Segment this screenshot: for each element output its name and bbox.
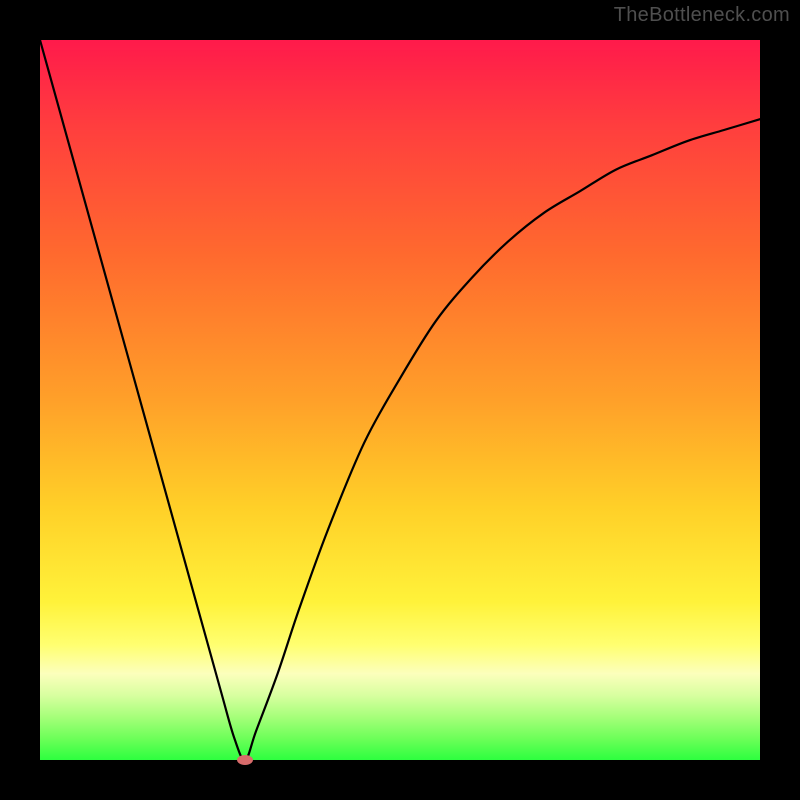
chart-frame: TheBottleneck.com xyxy=(0,0,800,800)
plot-area xyxy=(40,40,760,760)
bottleneck-curve xyxy=(40,40,760,760)
min-marker xyxy=(237,755,253,765)
watermark-text: TheBottleneck.com xyxy=(614,4,790,27)
